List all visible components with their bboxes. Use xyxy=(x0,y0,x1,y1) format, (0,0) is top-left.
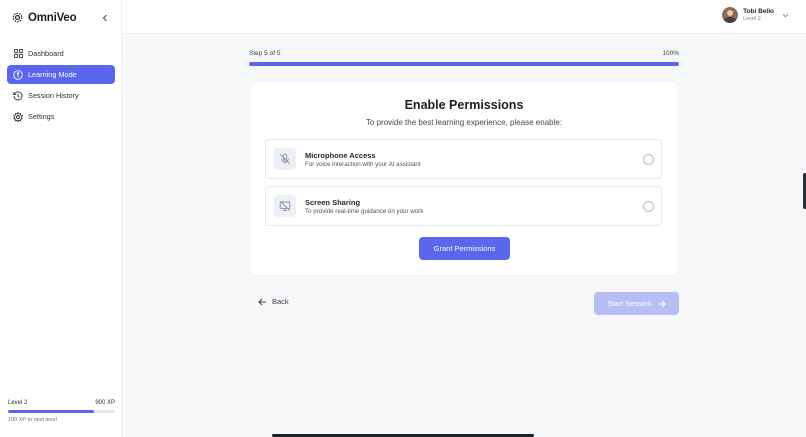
brand[interactable]: OmniVeo xyxy=(11,11,77,24)
level-progress: Level 2 900 XP 100 XP to next level xyxy=(8,400,115,423)
wizard-progress-bar xyxy=(249,62,679,66)
wizard-progress-fill xyxy=(249,62,679,66)
topbar: Tobi Bello Level 2 xyxy=(122,0,806,34)
user-menu[interactable]: Tobi Bello Level 2 xyxy=(722,7,789,23)
info-circle-icon xyxy=(13,69,23,80)
user-level: Level 2 xyxy=(743,16,761,22)
sidebar-item-label: Dashboard xyxy=(28,49,64,58)
xp-value: 900 XP xyxy=(95,400,115,406)
permission-title: Microphone Access xyxy=(305,151,376,160)
gear-icon xyxy=(13,111,23,122)
grant-permissions-button[interactable]: Grant Permissions xyxy=(419,237,510,260)
arrow-right-icon xyxy=(657,300,666,307)
sidebar-item-settings[interactable]: Settings xyxy=(7,107,115,126)
sidebar-item-label: Learning Mode xyxy=(28,70,77,79)
sidebar-nav: Dashboard Learning Mode Session History … xyxy=(7,44,115,128)
start-session-button[interactable]: Start Session xyxy=(594,292,679,315)
chevron-down-icon xyxy=(782,13,789,17)
microphone-radio[interactable] xyxy=(643,154,654,165)
microphone-off-icon xyxy=(274,148,296,170)
level-hint: 100 XP to next level xyxy=(8,417,57,423)
permissions-card: Enable Permissions To provide the best l… xyxy=(250,82,678,275)
wizard-progress-header: Step 5 of 5 100% xyxy=(249,50,679,57)
level-progress-bar xyxy=(8,410,115,413)
omniveo-logo-icon xyxy=(12,12,23,23)
collapse-sidebar-button[interactable] xyxy=(99,11,111,25)
level-progress-fill xyxy=(8,410,94,413)
level-label: Level 2 xyxy=(8,400,28,406)
sidebar-item-label: Settings xyxy=(28,112,55,121)
arrow-left-icon xyxy=(258,298,266,305)
back-button[interactable]: Back xyxy=(258,297,289,306)
grid-icon xyxy=(13,49,23,59)
permission-title: Screen Sharing xyxy=(305,198,361,207)
back-label: Back xyxy=(272,297,289,306)
chevron-left-icon xyxy=(102,14,107,22)
screen-sharing-radio[interactable] xyxy=(643,201,654,212)
sidebar: OmniVeo Dashboard Learning Mode Session … xyxy=(0,0,122,437)
sidebar-item-label: Session History xyxy=(28,91,79,100)
screen-share-off-icon xyxy=(274,195,296,217)
start-session-label: Start Session xyxy=(607,299,652,308)
sidebar-item-dashboard[interactable]: Dashboard xyxy=(7,44,115,63)
permission-description: For voice interaction with your AI assis… xyxy=(305,161,421,168)
history-icon xyxy=(13,91,23,101)
page-subtitle: To provide the best learning experience,… xyxy=(365,118,563,127)
step-indicator: Step 5 of 5 xyxy=(249,50,281,57)
permission-microphone[interactable]: Microphone Access For voice interaction … xyxy=(265,139,662,179)
sidebar-item-session-history[interactable]: Session History xyxy=(7,86,115,105)
user-name: Tobi Bello xyxy=(743,8,774,15)
brand-name: OmniVeo xyxy=(28,11,77,24)
page-title: Enable Permissions xyxy=(404,98,524,112)
avatar xyxy=(722,7,739,23)
progress-percent: 100% xyxy=(662,50,679,57)
permission-screen-sharing[interactable]: Screen Sharing To provide real-time guid… xyxy=(265,186,662,226)
sidebar-item-learning-mode[interactable]: Learning Mode xyxy=(7,65,115,84)
permission-description: To provide real-time guidance on your wo… xyxy=(305,208,424,215)
